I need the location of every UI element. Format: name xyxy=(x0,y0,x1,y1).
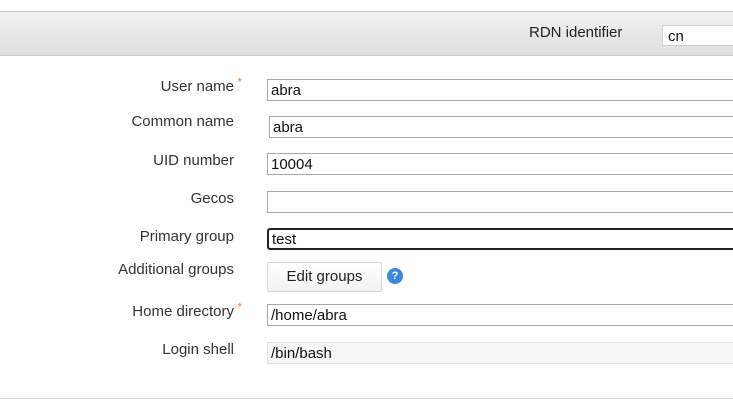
common-name-label: Common name xyxy=(131,113,234,130)
uid-number-label: UID number xyxy=(153,152,234,169)
login-shell-select[interactable]: /bin/bash xyxy=(267,342,733,364)
login-shell-label-row: Login shell xyxy=(0,341,234,358)
rdn-identifier-select[interactable]: cn xyxy=(662,25,733,46)
gecos-label-row: Gecos xyxy=(0,190,234,207)
rdn-identifier-label: RDN identifier xyxy=(529,24,623,41)
uid-number-input[interactable]: 10004 xyxy=(267,153,733,175)
help-icon[interactable]: ? xyxy=(387,268,403,284)
additional-groups-label: Additional groups xyxy=(118,261,234,278)
edit-groups-button[interactable]: Edit groups xyxy=(267,262,382,292)
user-name-input[interactable]: abra xyxy=(267,79,733,101)
additional-groups-label-row: Additional groups xyxy=(0,261,234,278)
gecos-input[interactable] xyxy=(267,191,733,213)
uid-number-label-row: UID number xyxy=(0,152,234,169)
primary-group-label: Primary group xyxy=(139,228,234,245)
user-name-label: User name xyxy=(160,78,234,95)
home-directory-label-row: Home directory * xyxy=(0,300,242,320)
primary-group-input[interactable]: test xyxy=(267,228,733,250)
required-marker: * xyxy=(237,300,242,314)
header-bar: RDN identifier cn xyxy=(0,12,733,56)
common-name-label-row: Common name xyxy=(0,113,234,130)
primary-group-label-row: Primary group xyxy=(0,228,234,245)
home-directory-label: Home directory xyxy=(132,303,234,320)
gecos-label: Gecos xyxy=(190,190,234,207)
login-shell-label: Login shell xyxy=(162,341,234,358)
home-directory-input[interactable]: /home/abra xyxy=(267,304,733,326)
user-name-label-row: User name * xyxy=(0,75,242,95)
bottom-divider xyxy=(0,398,733,399)
required-marker: * xyxy=(237,75,242,89)
common-name-input[interactable]: abra xyxy=(269,116,733,138)
